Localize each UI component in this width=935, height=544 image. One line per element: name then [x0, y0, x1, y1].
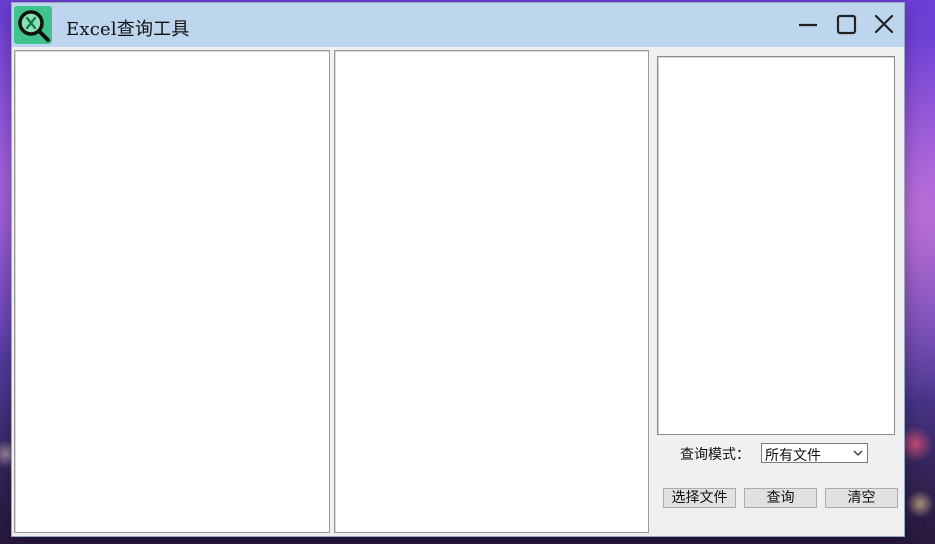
- query-mode-label: 查询模式：: [680, 447, 750, 463]
- query-mode-value: 所有文件: [765, 448, 821, 464]
- select-file-button[interactable]: 选择文件: [663, 488, 736, 508]
- minimize-icon: [799, 23, 817, 27]
- clear-button[interactable]: 清空: [825, 488, 898, 508]
- close-button[interactable]: [868, 9, 900, 41]
- query-mode-select[interactable]: 所有文件: [761, 443, 868, 464]
- file-list-panel[interactable]: [14, 50, 330, 533]
- maximize-button[interactable]: [830, 9, 862, 41]
- title-bar[interactable]: Excel查询工具: [12, 3, 904, 47]
- query-input-panel[interactable]: [657, 56, 895, 435]
- minimize-button[interactable]: [792, 9, 824, 41]
- app-window: Excel查询工具 查询模式： 所有文件 选择文件 查询 清空: [12, 3, 904, 536]
- result-panel[interactable]: [334, 50, 649, 533]
- close-icon: [874, 14, 894, 34]
- chevron-down-icon: [853, 450, 863, 456]
- excel-search-icon: [14, 6, 52, 44]
- maximize-icon: [836, 14, 857, 35]
- window-title: Excel查询工具: [66, 19, 190, 40]
- query-button[interactable]: 查询: [744, 488, 817, 508]
